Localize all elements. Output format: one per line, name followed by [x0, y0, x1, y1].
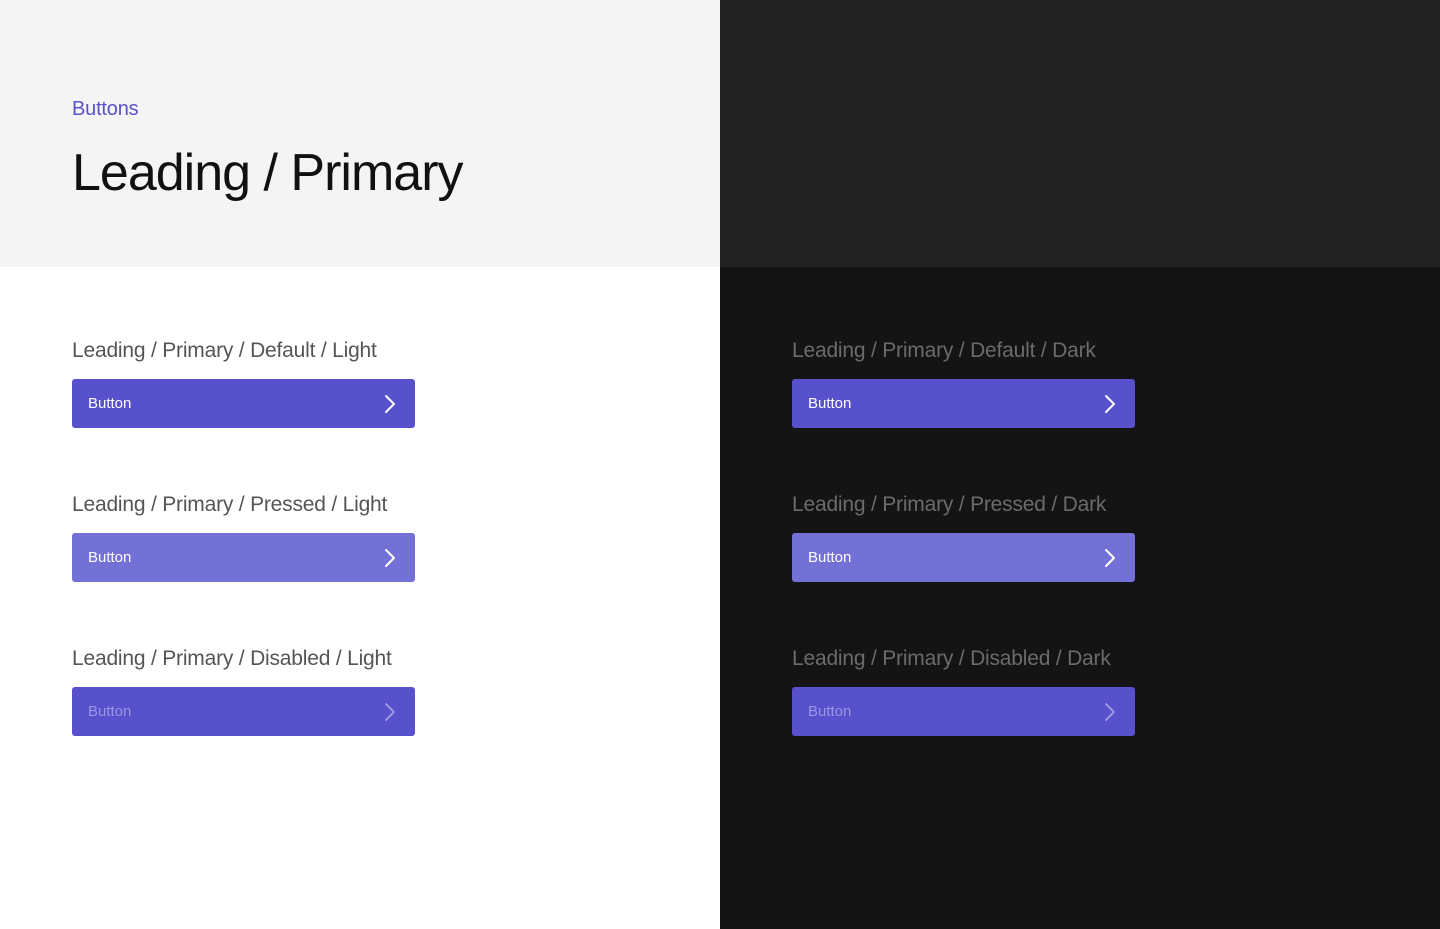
button-label: Button: [808, 702, 852, 720]
section-eyebrow: Buttons: [72, 98, 139, 120]
variant-label: Leading / Primary / Default / Light: [72, 339, 377, 362]
button-label: Button: [808, 394, 852, 412]
variant-disabled-dark: Leading / Primary / Disabled / Dark Butt…: [792, 645, 1212, 736]
primary-button-pressed-dark[interactable]: Button: [792, 533, 1135, 582]
page: Buttons Leading / Primary Leading / Prim…: [0, 0, 1440, 929]
variant-default-light: Leading / Primary / Default / Light Butt…: [72, 337, 492, 428]
primary-button-disabled-light: Button: [72, 687, 415, 736]
variant-label: Leading / Primary / Disabled / Dark: [792, 647, 1111, 670]
chevron-right-icon: [383, 702, 397, 722]
chevron-right-icon: [1103, 548, 1117, 568]
variant-label: Leading / Primary / Pressed / Dark: [792, 493, 1107, 516]
header-light-panel: [0, 0, 720, 267]
primary-button-default-dark[interactable]: Button: [792, 379, 1135, 428]
variant-label: Leading / Primary / Pressed / Light: [72, 493, 388, 516]
chevron-right-icon: [1103, 702, 1117, 722]
chevron-right-icon: [383, 548, 397, 568]
variant-label: Leading / Primary / Disabled / Light: [72, 647, 392, 670]
button-label: Button: [88, 548, 132, 566]
primary-button-disabled-dark: Button: [792, 687, 1135, 736]
header-dark-panel: [720, 0, 1440, 267]
primary-button-default-light[interactable]: Button: [72, 379, 415, 428]
variant-pressed-light: Leading / Primary / Pressed / Light Butt…: [72, 491, 492, 582]
variant-label: Leading / Primary / Default / Dark: [792, 339, 1096, 362]
button-label: Button: [88, 702, 132, 720]
button-label: Button: [808, 548, 852, 566]
chevron-right-icon: [383, 394, 397, 414]
variant-pressed-dark: Leading / Primary / Pressed / Dark Butto…: [792, 491, 1212, 582]
chevron-right-icon: [1103, 394, 1117, 414]
primary-button-pressed-light[interactable]: Button: [72, 533, 415, 582]
page-title: Leading / Primary: [72, 144, 464, 202]
variant-disabled-light: Leading / Primary / Disabled / Light But…: [72, 645, 492, 736]
variant-default-dark: Leading / Primary / Default / Dark Butto…: [792, 337, 1212, 428]
button-label: Button: [88, 394, 132, 412]
